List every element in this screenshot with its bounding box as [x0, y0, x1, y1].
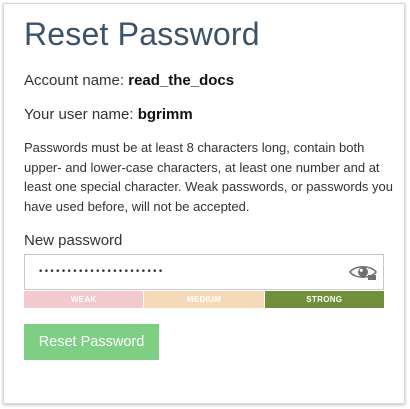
user-name-value: bgrimm [137, 106, 193, 123]
password-strength-meter: WEAK MEDIUM STRONG [24, 291, 384, 308]
new-password-field [24, 254, 384, 290]
strength-strong: STRONG [264, 291, 384, 308]
password-rules-text: Passwords must be at least 8 characters … [24, 140, 393, 214]
page-title: Reset Password [24, 16, 260, 52]
account-name-label: Account name: [24, 72, 125, 89]
user-name-row: Your user name: bgrimm [24, 106, 193, 123]
eye-icon[interactable] [349, 263, 377, 281]
reset-password-card: Reset Password Account name: read_the_do… [3, 3, 405, 404]
new-password-label: New password [24, 232, 123, 249]
new-password-input[interactable] [25, 255, 335, 289]
user-name-label: Your user name: [24, 106, 134, 123]
strength-weak: WEAK [24, 291, 144, 308]
account-name-row: Account name: read_the_docs [24, 72, 234, 89]
strength-medium: MEDIUM [144, 291, 264, 308]
account-name-value: read_the_docs [128, 72, 235, 89]
reset-password-button[interactable]: Reset Password [24, 324, 159, 360]
